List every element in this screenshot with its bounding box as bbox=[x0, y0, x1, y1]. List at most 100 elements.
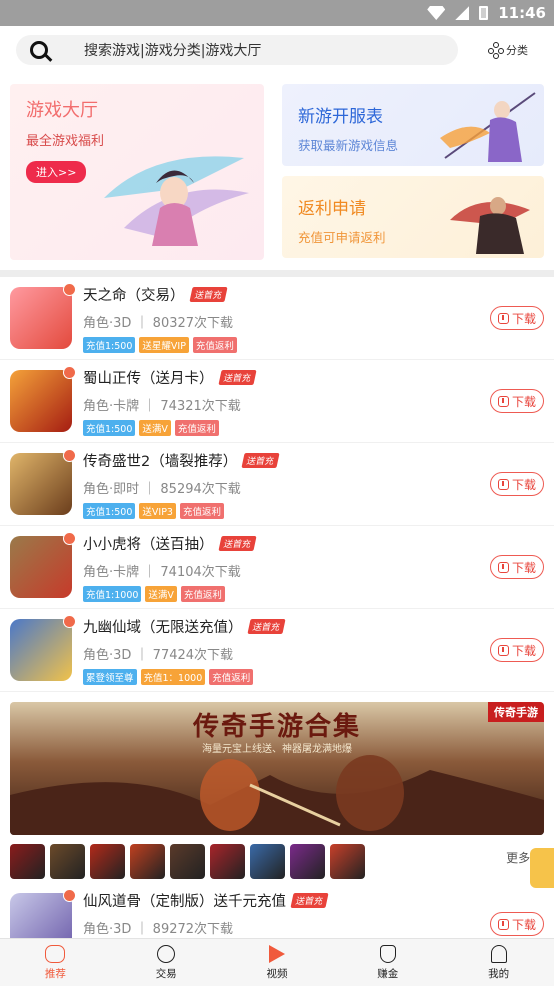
nav-item[interactable]: 推荐 bbox=[0, 939, 111, 986]
game-thumbnail[interactable] bbox=[10, 843, 45, 879]
game-meta: 角色·卡牌 ｜ 74321次下载 bbox=[83, 398, 241, 414]
download-icon bbox=[497, 312, 509, 324]
new-server-card[interactable]: 新游开服表 获取最新游戏信息 bbox=[282, 84, 544, 166]
game-tags: 累登领至尊 充值1：1000 充值返利 bbox=[83, 668, 490, 685]
download-button[interactable]: 下载 bbox=[490, 912, 544, 936]
game-thumbnail[interactable] bbox=[50, 843, 85, 879]
new-badge-icon bbox=[63, 889, 76, 902]
game-row[interactable]: 蜀山正传（送月卡） 送首充角色·卡牌 ｜ 74321次下载充值1:500 送满V 充值… bbox=[0, 360, 554, 443]
game-meta: 角色·卡牌 ｜ 74104次下载 bbox=[83, 564, 241, 580]
search-icon bbox=[30, 41, 48, 59]
nav-label: 交易 bbox=[155, 967, 177, 980]
game-tag: 充值1:1000 bbox=[83, 585, 142, 602]
download-label: 下载 bbox=[511, 560, 536, 575]
promo-banner[interactable]: 传奇手游合集 海量元宝上线送、神器屠龙满地爆 传奇手游 bbox=[10, 702, 544, 835]
game-tag: 充值返利 bbox=[174, 419, 219, 436]
game-thumbnail[interactable] bbox=[290, 843, 325, 879]
app-screen: 11:46 搜索游戏|游戏分类|游戏大厅 分类 游戏大厅 最全游戏福利 进入>> bbox=[0, 0, 554, 986]
game-thumbnail[interactable] bbox=[130, 843, 165, 879]
promo-tag: 送首充 bbox=[241, 452, 280, 468]
play-icon bbox=[268, 944, 285, 963]
game-title-line: 蜀山正传（送月卡） 送首充 bbox=[83, 367, 490, 388]
nav-label: 视频 bbox=[266, 967, 288, 980]
promo-tag: 送首充 bbox=[290, 892, 329, 908]
download-label: 下载 bbox=[511, 917, 536, 932]
game-list: 天之命（交易） 送首充角色·3D ｜ 80327次下载充值1:500 送星耀VIP 充… bbox=[0, 277, 554, 692]
nav-item[interactable]: 视频 bbox=[222, 939, 333, 986]
nav-item[interactable]: 交易 bbox=[111, 939, 222, 986]
user-icon bbox=[490, 944, 507, 963]
game-meta: 角色·3D ｜ 80327次下载 bbox=[83, 315, 234, 331]
download-button[interactable]: 下载 bbox=[490, 555, 544, 579]
right-cards: 新游开服表 获取最新游戏信息 返利申请 充值可申请返利 bbox=[282, 84, 544, 260]
game-row[interactable]: 天之命（交易） 送首充角色·3D ｜ 80327次下载充值1:500 送星耀VIP 充… bbox=[0, 277, 554, 360]
armored-warrior-illustration bbox=[450, 197, 530, 254]
game-tag: 充值返利 bbox=[192, 336, 237, 353]
new-badge-icon bbox=[63, 366, 76, 379]
money-bag-icon bbox=[379, 944, 396, 963]
game-name: 小小虎将（送百抽） bbox=[83, 536, 214, 553]
download-button[interactable]: 下载 bbox=[490, 306, 544, 330]
game-title-line: 九幽仙域（无限送充值） 送首充 bbox=[83, 616, 490, 637]
game-thumbnail[interactable] bbox=[170, 843, 205, 879]
search-placeholder: 搜索游戏|游戏分类|游戏大厅 bbox=[84, 43, 262, 59]
category-label: 分类 bbox=[506, 44, 528, 57]
game-icon[interactable] bbox=[10, 449, 76, 515]
nav-item[interactable]: 我的 bbox=[443, 939, 554, 986]
download-icon bbox=[497, 478, 509, 490]
search-input[interactable]: 搜索游戏|游戏分类|游戏大厅 bbox=[16, 35, 458, 65]
promo-tag: 送首充 bbox=[217, 535, 257, 551]
clock: 11:46 bbox=[498, 4, 546, 22]
download-icon bbox=[497, 644, 509, 656]
new-badge-icon bbox=[63, 615, 76, 628]
game-title-line: 天之命（交易） 送首充 bbox=[83, 284, 490, 305]
download-button[interactable]: 下载 bbox=[490, 638, 544, 662]
nav-label: 我的 bbox=[488, 967, 510, 980]
game-name: 九幽仙域（无限送充值） bbox=[83, 619, 243, 636]
game-icon[interactable] bbox=[10, 366, 76, 432]
game-meta: 角色·3D ｜ 89272次下载 bbox=[83, 921, 234, 937]
promo-subtitle: 海量元宝上线送、神器屠龙满地爆 bbox=[202, 744, 352, 755]
game-tag: 充值1：1000 bbox=[140, 668, 206, 685]
game-tag: 送满V bbox=[145, 585, 177, 602]
download-button[interactable]: 下载 bbox=[490, 389, 544, 413]
enter-button[interactable]: 进入>> bbox=[26, 161, 87, 183]
game-icon[interactable] bbox=[10, 532, 76, 598]
game-tag: 充值1:500 bbox=[83, 336, 136, 353]
game-name: 传奇盛世2（墙裂推荐） bbox=[83, 453, 238, 470]
download-icon bbox=[497, 561, 509, 573]
game-meta: 角色·3D ｜ 77424次下载 bbox=[83, 647, 234, 663]
game-name: 蜀山正传（送月卡） bbox=[83, 370, 214, 387]
game-thumbnail[interactable] bbox=[210, 843, 245, 879]
game-icon[interactable] bbox=[10, 283, 76, 349]
game-info: 蜀山正传（送月卡） 送首充角色·卡牌 ｜ 74321次下载充值1:500 送满V 充值… bbox=[83, 367, 490, 436]
game-title-line: 小小虎将（送百抽） 送首充 bbox=[83, 533, 490, 554]
game-row[interactable]: 小小虎将（送百抽） 送首充角色·卡牌 ｜ 74104次下载 充值1:1000 送满V 充… bbox=[0, 526, 554, 609]
game-info: 传奇盛世2（墙裂推荐） 送首充 角色·即时 ｜ 85294次下载 充值1:500 送VI… bbox=[83, 450, 490, 519]
download-label: 下载 bbox=[511, 311, 536, 326]
floating-gift-icon[interactable] bbox=[530, 848, 554, 888]
game-thumbnail[interactable] bbox=[330, 843, 365, 879]
game-tags: 充值1:500 送星耀VIP 充值返利 bbox=[83, 336, 490, 353]
trade-icon bbox=[157, 944, 176, 963]
download-label: 下载 bbox=[511, 394, 536, 409]
game-tag: 充值返利 bbox=[180, 585, 225, 602]
rebate-card[interactable]: 返利申请 充值可申请返利 bbox=[282, 176, 544, 258]
status-bar: 11:46 bbox=[0, 0, 554, 26]
game-tags: 充值1:500 送VIP3 充值返利 bbox=[83, 502, 490, 519]
search-bar: 搜索游戏|游戏分类|游戏大厅 分类 bbox=[0, 26, 554, 74]
game-thumbnail[interactable] bbox=[90, 843, 125, 879]
download-button[interactable]: 下载 bbox=[490, 472, 544, 496]
gamepad-icon bbox=[45, 944, 66, 963]
category-button[interactable]: 分类 bbox=[488, 42, 528, 59]
game-thumbnail[interactable] bbox=[250, 843, 285, 879]
game-hall-card[interactable]: 游戏大厅 最全游戏福利 进入>> bbox=[10, 84, 264, 260]
game-row[interactable]: 九幽仙域（无限送充值） 送首充角色·3D ｜ 77424次下载累登领至尊 充值1：1… bbox=[0, 609, 554, 692]
game-row[interactable]: 传奇盛世2（墙裂推荐） 送首充 角色·即时 ｜ 85294次下载 充值1:500 送VI… bbox=[0, 443, 554, 526]
game-icon[interactable] bbox=[10, 615, 76, 681]
game-tags: 充值1:500 送满V 充值返利 bbox=[83, 419, 490, 436]
promo-tag: 送首充 bbox=[188, 286, 228, 302]
nav-item[interactable]: 赚金 bbox=[332, 939, 443, 986]
game-info: 九幽仙域（无限送充值） 送首充角色·3D ｜ 77424次下载累登领至尊 充值1：1… bbox=[83, 616, 490, 685]
category-icon bbox=[488, 42, 504, 59]
